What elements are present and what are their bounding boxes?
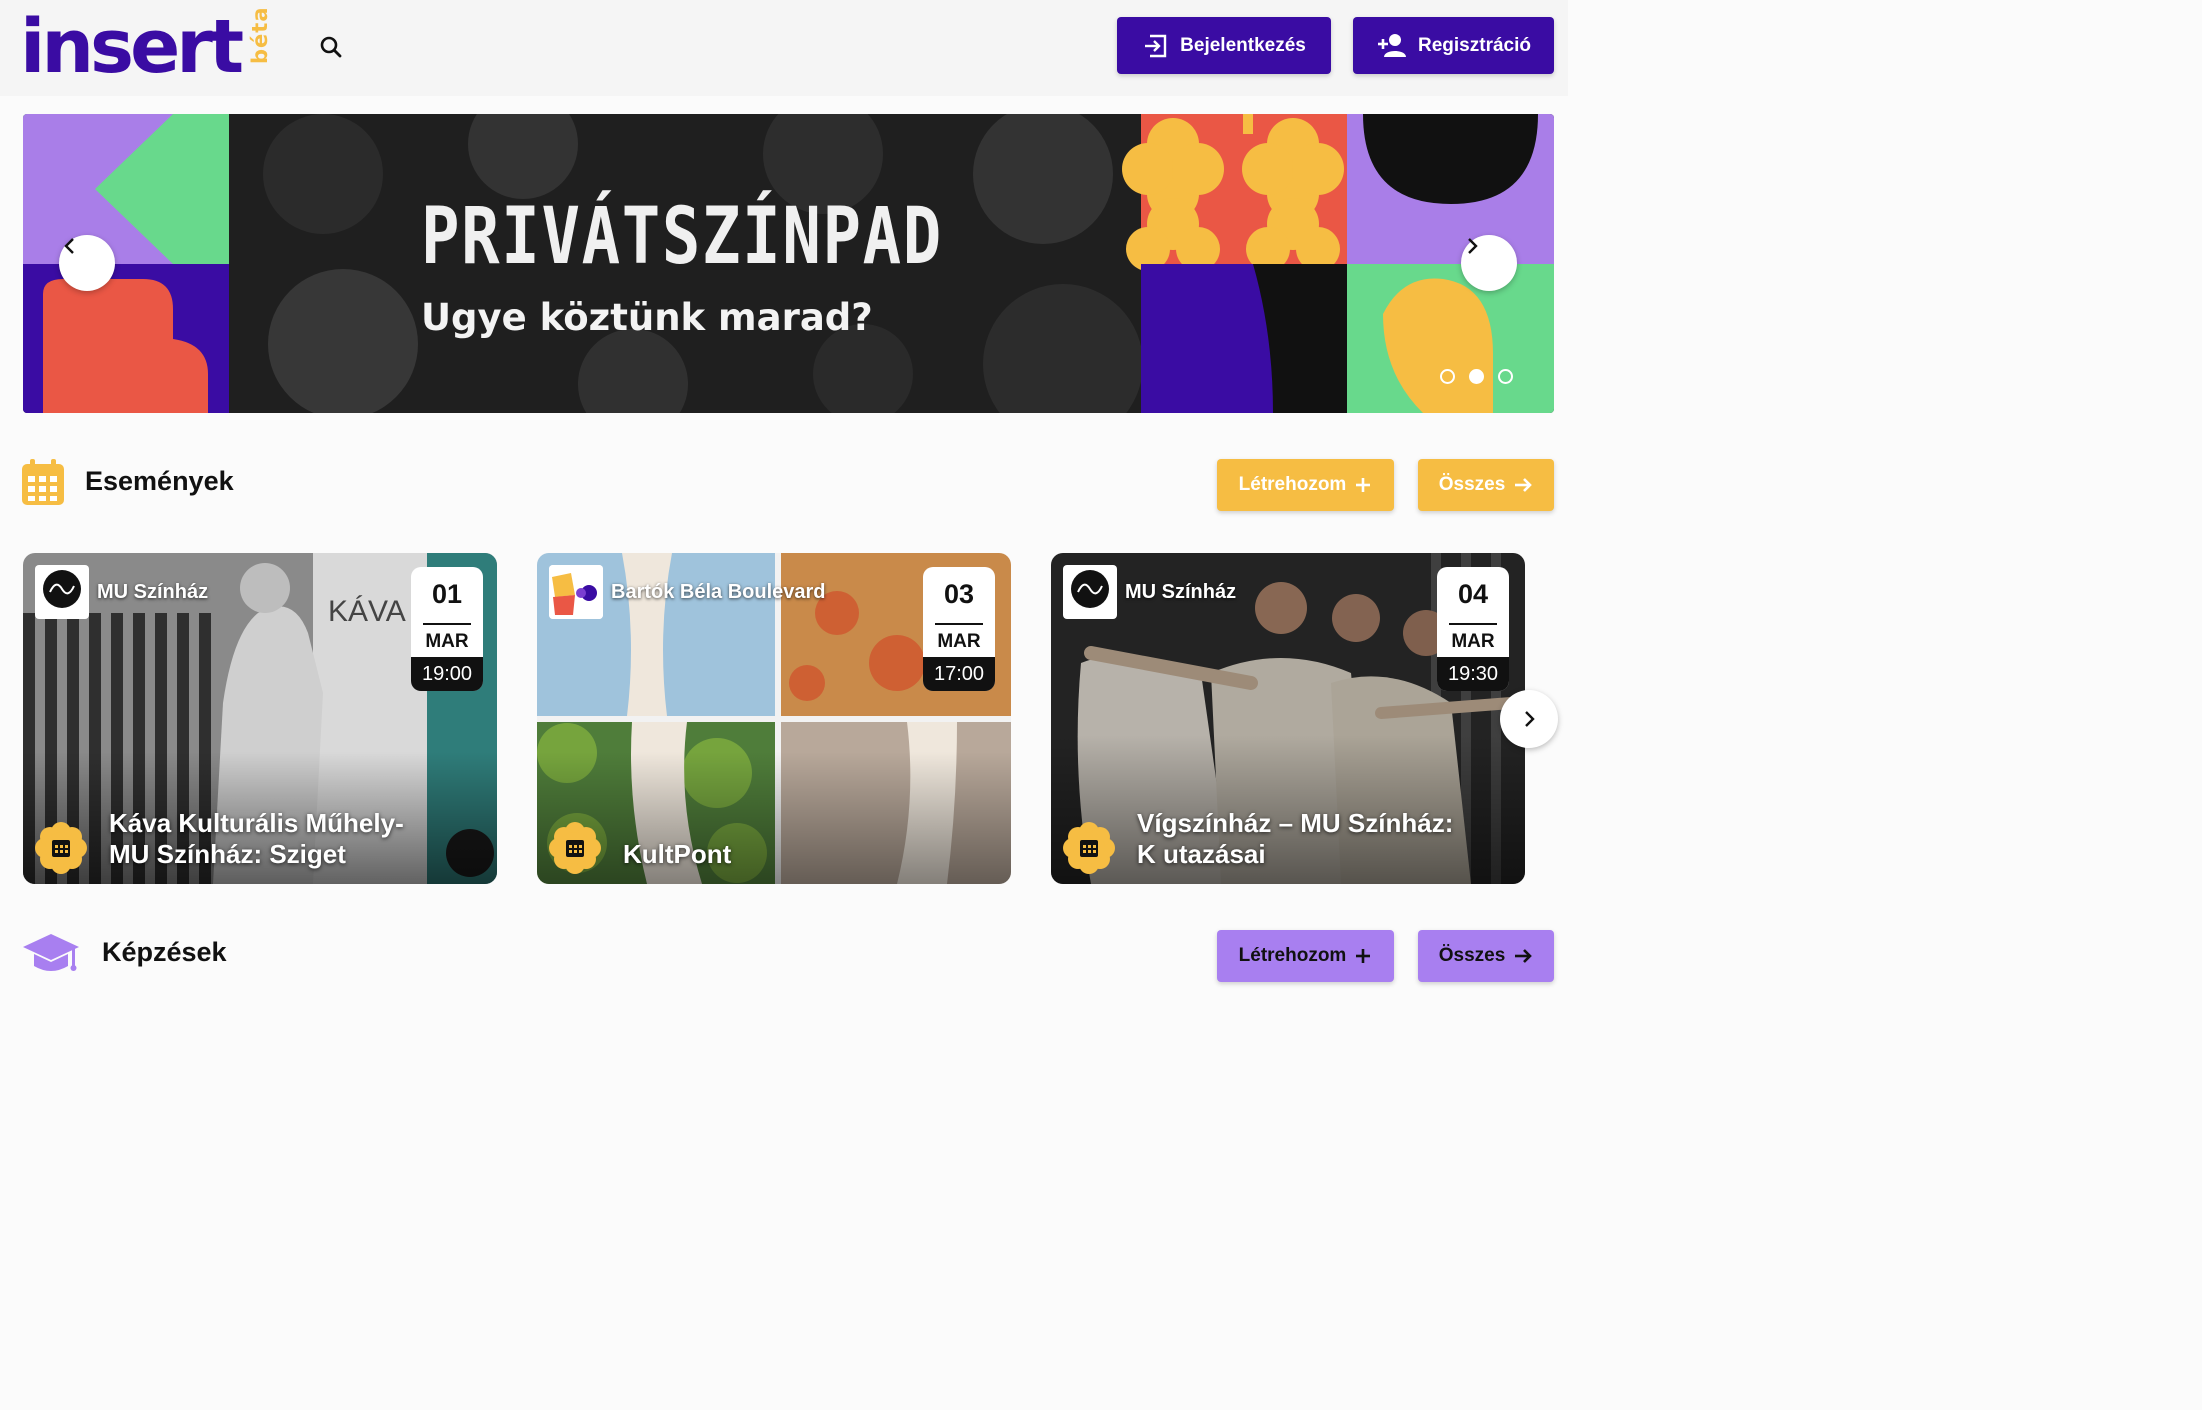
chevron-right-icon bbox=[1525, 711, 1535, 727]
date-divider bbox=[1449, 623, 1497, 625]
chevron-right-icon bbox=[1468, 238, 1478, 254]
trainings-all-button[interactable]: Összes bbox=[1418, 930, 1554, 982]
carousel-dot-2[interactable] bbox=[1469, 369, 1484, 384]
organizer-name: MU Színház bbox=[1125, 580, 1237, 603]
hero-carousel[interactable]: PRIVÁTSZÍNPAD Ugye köztünk marad? bbox=[23, 114, 1554, 413]
register-button[interactable]: Regisztráció bbox=[1353, 17, 1554, 74]
events-all-button[interactable]: Összes bbox=[1418, 459, 1554, 511]
event-title-line-2: KultPont bbox=[623, 839, 732, 869]
carousel-prev-button[interactable] bbox=[59, 235, 115, 291]
organizer-name: MU Színház bbox=[97, 580, 209, 603]
event-title-line-1: Káva Kulturális Műhely- bbox=[109, 808, 404, 838]
search-button[interactable] bbox=[316, 32, 346, 62]
plus-icon bbox=[1356, 949, 1371, 963]
events-create-label: Létrehozom bbox=[1238, 474, 1347, 495]
event-time: 19:30 bbox=[1437, 657, 1509, 691]
event-time: 17:00 bbox=[923, 657, 995, 691]
events-create-button[interactable]: Létrehozom bbox=[1217, 459, 1394, 511]
event-card[interactable]: KÁVA MU Színház 01 MAR 19:00 Káva Kultur… bbox=[23, 553, 497, 884]
login-button[interactable]: Bejelentkezés bbox=[1117, 17, 1331, 74]
event-title-line-1: Vígszínház – MU Színház: bbox=[1137, 808, 1454, 838]
trainings-create-button[interactable]: Létrehozom bbox=[1217, 930, 1394, 982]
event-day: 03 bbox=[943, 579, 975, 609]
events-section-title: Események bbox=[85, 466, 234, 496]
event-card[interactable]: Bartók Béla Boulevard 03 MAR 17:00 KultP… bbox=[537, 553, 1011, 884]
calendar-icon bbox=[22, 459, 64, 505]
event-title: Vígszínház – MU Színház: K utazásai bbox=[1137, 808, 1453, 870]
arrow-right-icon bbox=[1515, 949, 1533, 963]
trainings-create-label: Létrehozom bbox=[1238, 945, 1347, 966]
search-icon bbox=[320, 36, 342, 58]
chevron-left-icon bbox=[64, 238, 74, 254]
event-title-line-2: K utazásai bbox=[1137, 839, 1266, 869]
event-date: 04 MAR 19:30 bbox=[1437, 567, 1509, 691]
plus-icon bbox=[1356, 478, 1371, 492]
organizer-logo bbox=[1063, 565, 1117, 619]
arrow-right-icon bbox=[1515, 478, 1533, 492]
event-title: Káva Kulturális Műhely- MU Színház: Szig… bbox=[109, 808, 404, 870]
carousel-dot-3[interactable] bbox=[1498, 369, 1513, 384]
beta-badge: béta bbox=[248, 6, 272, 64]
graduation-cap-icon bbox=[23, 934, 79, 971]
add-user-icon bbox=[1378, 33, 1406, 57]
event-organizer[interactable]: MU Színház bbox=[1063, 565, 1236, 619]
events-next-button[interactable] bbox=[1500, 690, 1558, 748]
event-card[interactable]: MU Színház 04 MAR 19:30 Vígszínház – MU … bbox=[1051, 553, 1525, 884]
trainings-section-title: Képzések bbox=[102, 937, 227, 967]
event-type-badge-icon bbox=[35, 822, 87, 874]
event-organizer[interactable]: MU Színház bbox=[35, 565, 208, 619]
login-icon bbox=[1145, 34, 1167, 57]
organizer-name: Bartók Béla Boulevard bbox=[611, 580, 826, 603]
event-title: KultPont bbox=[623, 839, 731, 870]
event-month: MAR bbox=[425, 631, 469, 652]
event-organizer[interactable]: Bartók Béla Boulevard bbox=[549, 565, 826, 619]
login-label: Bejelentkezés bbox=[1180, 34, 1306, 56]
event-time: 19:00 bbox=[411, 657, 483, 691]
organizer-logo bbox=[35, 565, 89, 619]
event-month: MAR bbox=[937, 631, 981, 652]
trainings-all-label: Összes bbox=[1438, 945, 1506, 966]
event-date: 01 MAR 19:00 bbox=[411, 567, 483, 691]
carousel-dot-1[interactable] bbox=[1440, 369, 1455, 384]
logo-wordmark: insert bbox=[20, 4, 244, 90]
event-day: 01 bbox=[431, 579, 463, 609]
insert-logo[interactable]: insert bbox=[20, 4, 244, 90]
register-label: Regisztráció bbox=[1418, 34, 1531, 56]
event-month: MAR bbox=[1451, 631, 1495, 652]
date-divider bbox=[423, 623, 471, 625]
top-bar: insert béta Bejelentkezés Regisztráció bbox=[0, 0, 1568, 96]
carousel-dots bbox=[1440, 369, 1513, 384]
organizer-logo bbox=[549, 565, 603, 619]
event-type-badge-icon bbox=[1063, 822, 1115, 874]
events-all-label: Összes bbox=[1438, 474, 1506, 495]
event-date: 03 MAR 17:00 bbox=[923, 567, 995, 691]
date-divider bbox=[935, 623, 983, 625]
event-type-badge-icon bbox=[549, 822, 601, 874]
event-title-line-2: MU Színház: Sziget bbox=[109, 839, 346, 869]
banner-subtitle: Ugye köztünk marad? bbox=[421, 296, 873, 339]
event-day: 04 bbox=[1457, 579, 1489, 609]
banner-title: PRIVÁTSZÍNPAD bbox=[421, 192, 943, 282]
carousel-next-button[interactable] bbox=[1461, 235, 1517, 291]
